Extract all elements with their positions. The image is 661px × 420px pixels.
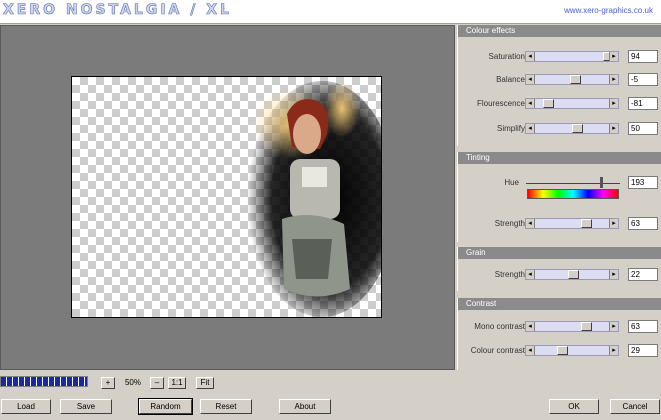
- balance-slider[interactable]: ◂ ▸: [525, 74, 619, 85]
- left-arrow-icon[interactable]: ◂: [526, 270, 535, 279]
- left-arrow-icon[interactable]: ◂: [526, 99, 535, 108]
- mono-contrast-label: Mono contrast: [474, 322, 525, 331]
- colour-contrast-label: Colour contrast: [470, 346, 525, 355]
- flourescence-row: Flourescence ◂ ▸ -81: [458, 97, 661, 111]
- zoom-out-button[interactable]: –: [150, 377, 164, 389]
- saturation-slider[interactable]: ◂ ▸: [525, 51, 619, 62]
- mono-contrast-value[interactable]: 63: [628, 320, 658, 333]
- left-arrow-icon[interactable]: ◂: [526, 322, 535, 331]
- colour-contrast-slider-thumb[interactable]: [556, 346, 568, 355]
- colour-contrast-slider[interactable]: ◂ ▸: [525, 345, 619, 356]
- mono-contrast-slider[interactable]: ◂ ▸: [525, 321, 619, 332]
- left-arrow-icon[interactable]: ◂: [526, 219, 535, 228]
- hue-label: Hue: [504, 178, 519, 187]
- right-arrow-icon[interactable]: ▸: [609, 99, 618, 108]
- left-arrow-icon[interactable]: ◂: [526, 346, 535, 355]
- balance-slider-thumb[interactable]: [569, 75, 581, 84]
- grain-strength-slider-thumb[interactable]: [567, 270, 579, 279]
- right-arrow-icon[interactable]: ▸: [609, 52, 618, 61]
- saturation-value[interactable]: 94: [628, 50, 658, 63]
- simplify-slider-thumb[interactable]: [571, 124, 583, 133]
- left-arrow-icon[interactable]: ◂: [526, 52, 535, 61]
- tint-strength-row: Strength ◂ ▸ 63: [458, 217, 661, 231]
- reset-button[interactable]: Reset: [200, 399, 252, 414]
- flourescence-value[interactable]: -81: [628, 97, 658, 110]
- save-button[interactable]: Save: [60, 399, 112, 414]
- grain-strength-slider[interactable]: ◂ ▸: [525, 269, 619, 280]
- zoom-fit-button[interactable]: Fit: [196, 377, 214, 389]
- balance-label: Balance: [496, 75, 525, 84]
- right-arrow-icon[interactable]: ▸: [609, 124, 618, 133]
- zoom-in-button[interactable]: +: [101, 377, 115, 389]
- right-arrow-icon[interactable]: ▸: [609, 75, 618, 84]
- tint-strength-label: Strength: [494, 219, 525, 228]
- hue-slider-track[interactable]: [526, 183, 620, 184]
- hue-value[interactable]: 193: [628, 176, 658, 189]
- flourescence-slider[interactable]: ◂ ▸: [525, 98, 619, 109]
- hue-spectrum-bar[interactable]: [527, 189, 619, 199]
- zoom-actual-size-button[interactable]: 1:1: [168, 377, 186, 389]
- tint-strength-slider[interactable]: ◂ ▸: [525, 218, 619, 229]
- tint-strength-value[interactable]: 63: [628, 217, 658, 230]
- simplify-row: Simplify ◂ ▸ 50: [458, 122, 661, 136]
- right-arrow-icon[interactable]: ▸: [609, 322, 618, 331]
- balance-row: Balance ◂ ▸ -5: [458, 73, 661, 87]
- saturation-label: Saturation: [488, 52, 525, 61]
- grain-header: Grain: [458, 247, 661, 259]
- grain-strength-value[interactable]: 22: [628, 268, 658, 281]
- simplify-value[interactable]: 50: [628, 122, 658, 135]
- app-logo: XERO NOSTALGIA / XL: [3, 2, 232, 19]
- right-arrow-icon[interactable]: ▸: [609, 346, 618, 355]
- website-link[interactable]: www.xero-graphics.co.uk: [564, 6, 653, 15]
- load-button[interactable]: Load: [1, 399, 51, 414]
- left-arrow-icon[interactable]: ◂: [526, 124, 535, 133]
- about-button[interactable]: About: [279, 399, 331, 414]
- progress-bar: [0, 376, 88, 387]
- simplify-label: Simplify: [496, 124, 525, 133]
- tinting-panel: Tinting Hue 193 Strength ◂ ▸ 63: [457, 152, 661, 242]
- mono-contrast-row: Mono contrast ◂ ▸ 63: [458, 320, 661, 334]
- grain-strength-row: Strength ◂ ▸ 22: [458, 268, 661, 282]
- hue-row: Hue 193: [458, 176, 661, 190]
- balance-value[interactable]: -5: [628, 73, 658, 86]
- flourescence-label: Flourescence: [476, 99, 525, 108]
- bottom-toolbar: + 50% – 1:1 Fit Load Save Random Reset A…: [0, 373, 661, 420]
- colour-effects-panel: Colour effects Saturation ◂ ▸ 94 Balance…: [457, 25, 661, 146]
- colour-contrast-row: Colour contrast ◂ ▸ 29: [458, 344, 661, 358]
- random-button[interactable]: Random: [138, 398, 193, 415]
- colour-contrast-value[interactable]: 29: [628, 344, 658, 357]
- grain-strength-label: Strength: [494, 270, 525, 279]
- colour-effects-header: Colour effects: [458, 25, 661, 37]
- contrast-header: Contrast: [458, 298, 661, 310]
- preview-image: [247, 81, 381, 317]
- zoom-level: 50%: [120, 377, 146, 388]
- simplify-slider[interactable]: ◂ ▸: [525, 123, 619, 134]
- tint-strength-slider-thumb[interactable]: [580, 219, 592, 228]
- mono-contrast-slider-thumb[interactable]: [580, 322, 592, 331]
- saturation-row: Saturation ◂ ▸ 94: [458, 50, 661, 64]
- flourescence-slider-thumb[interactable]: [542, 99, 554, 108]
- tinting-header: Tinting: [458, 152, 661, 164]
- right-arrow-icon[interactable]: ▸: [609, 219, 618, 228]
- left-arrow-icon[interactable]: ◂: [526, 75, 535, 84]
- cancel-button[interactable]: Cancel: [610, 399, 660, 414]
- grain-panel: Grain Strength ◂ ▸ 22: [457, 247, 661, 291]
- contrast-panel: Contrast Mono contrast ◂ ▸ 63 Colour con…: [457, 298, 661, 370]
- ok-button[interactable]: OK: [549, 399, 599, 414]
- hue-slider-thumb[interactable]: [599, 177, 603, 188]
- preview-area[interactable]: [0, 25, 455, 370]
- preview-canvas[interactable]: [71, 76, 382, 318]
- title-bar: XERO NOSTALGIA / XL www.xero-graphics.co…: [0, 0, 661, 24]
- right-arrow-icon[interactable]: ▸: [609, 270, 618, 279]
